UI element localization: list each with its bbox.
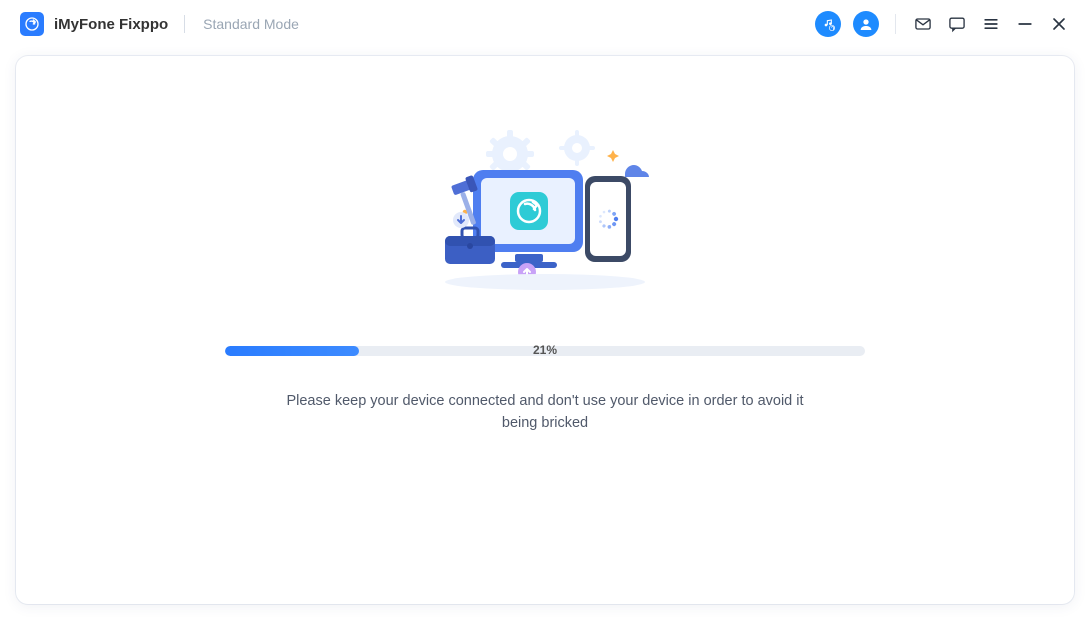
app-logo-icon <box>20 12 44 36</box>
menu-icon[interactable] <box>980 13 1002 35</box>
titlebar-right <box>815 11 1070 37</box>
mail-icon[interactable] <box>912 13 934 35</box>
mode-label: Standard Mode <box>203 16 299 32</box>
progress-fill <box>225 346 359 356</box>
app-window: iMyFone Fixppo Standard Mode <box>0 0 1090 620</box>
main-panel: 21% Please keep your device connected an… <box>16 56 1074 604</box>
titlebar: iMyFone Fixppo Standard Mode <box>0 0 1090 48</box>
progress-track <box>225 346 865 356</box>
itunes-icon[interactable] <box>815 11 841 37</box>
feedback-icon[interactable] <box>946 13 968 35</box>
repair-illustration <box>415 126 675 306</box>
progress-bar: 21% <box>225 346 865 356</box>
illustration-wrap <box>16 126 1074 306</box>
titlebar-left: iMyFone Fixppo Standard Mode <box>20 12 299 36</box>
status-message: Please keep your device connected and do… <box>285 390 805 435</box>
account-icon[interactable] <box>853 11 879 37</box>
titlebar-separator <box>895 14 896 34</box>
app-name: iMyFone Fixppo <box>54 16 168 33</box>
minimize-button[interactable] <box>1014 13 1036 35</box>
close-button[interactable] <box>1048 13 1070 35</box>
title-separator <box>184 15 185 33</box>
